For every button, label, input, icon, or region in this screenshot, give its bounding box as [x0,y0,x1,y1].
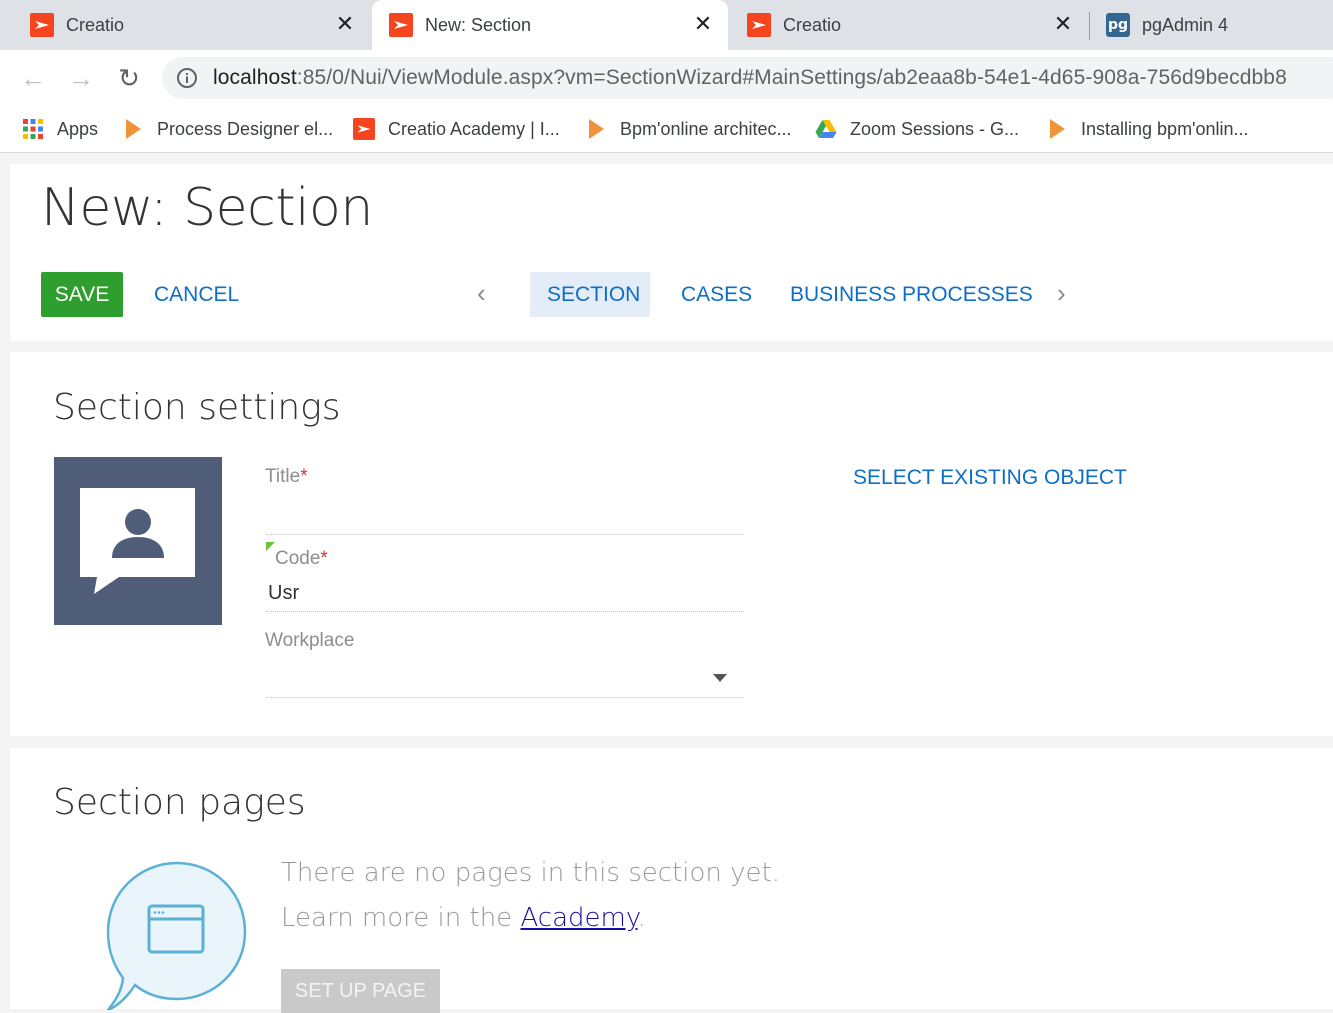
play-icon [589,119,604,139]
section-chat-user-icon [80,488,195,594]
set-up-page-button[interactable]: SET UP PAGE [281,969,440,1013]
apps-grid-icon [23,119,43,139]
workplace-field-label: Workplace [265,630,355,651]
browser-toolbar: ← → ↻ localhost:85/0/Nui/ViewModule.aspx… [0,50,1333,106]
browser-tab-pgadmin[interactable]: pg pgAdmin 4 [1090,0,1333,50]
browser-tab-new-section[interactable]: New: Section ✕ [372,0,728,50]
save-button[interactable]: SAVE [41,272,123,317]
url-host: localhost [213,66,297,89]
info-icon[interactable] [176,67,198,89]
creatio-icon [30,13,54,37]
bookmark-process-designer[interactable]: Process Designer el... [122,116,333,142]
back-arrow-icon[interactable]: ← [17,62,49,94]
workplace-field-underline [266,697,744,698]
url-text[interactable]: localhost:85/0/Nui/ViewModule.aspx?vm=Se… [213,66,1287,90]
section-settings-title: Section settings [53,387,341,428]
chevron-left-icon[interactable]: ‹ [477,280,486,306]
play-icon [126,119,141,139]
bookmark-label: Zoom Sessions - G... [850,118,1020,139]
tab-title: New: Section [425,14,532,35]
browser-tab-creatio-1[interactable]: Creatio ✕ [0,0,370,50]
tab-title: pgAdmin 4 [1142,14,1229,35]
url-path: :85/0/Nui/ViewModule.aspx?vm=SectionWiza… [296,66,1287,89]
creatio-icon [353,118,375,140]
cancel-button[interactable]: CANCEL [154,272,239,317]
title-field-label: Title* [265,466,308,487]
address-bar[interactable]: localhost:85/0/Nui/ViewModule.aspx?vm=Se… [162,57,1333,99]
code-field-underline [266,611,744,612]
play-icon [1050,119,1065,139]
section-settings-card: Section settings Title* Code* Workplace … [10,352,1333,736]
bookmarks-bar: Apps Process Designer el... Creatio Acad… [0,106,1333,153]
wizard-header: New: Section SAVE CANCEL ‹ SECTION CASES… [10,164,1333,341]
tab-title: Creatio [783,14,842,35]
academy-hint: Learn more in the Academy. [281,903,646,933]
tab-title: Creatio [66,14,125,35]
bookmark-label: Apps [57,118,99,139]
bookmark-label: Installing bpm'onlin... [1081,118,1249,139]
code-field-label: Code* [275,548,328,569]
title-field-underline [266,534,744,535]
pgadmin-icon: pg [1106,13,1130,37]
creatio-icon [747,13,771,37]
browser-tab-strip: Creatio ✕ New: Section ✕ Creatio ✕ pg pg… [0,0,1333,50]
bookmark-zoom-sessions[interactable]: Zoom Sessions - G... [815,116,1019,142]
code-field[interactable] [266,578,746,608]
close-icon[interactable]: ✕ [334,13,356,35]
tab-cases[interactable]: CASES [664,272,769,317]
creatio-icon [389,13,413,37]
close-icon[interactable]: ✕ [1052,13,1074,35]
select-existing-object-button[interactable]: SELECT EXISTING OBJECT [853,466,1127,490]
close-icon[interactable]: ✕ [692,13,714,35]
section-pages-title: Section pages [53,782,306,823]
academy-link[interactable]: Academy [520,903,637,933]
reload-icon[interactable]: ↻ [113,62,145,94]
google-drive-icon [815,120,837,138]
empty-pages-message: There are no pages in this section yet. [281,858,780,888]
page-title: New: Section [41,178,373,238]
section-icon-picker[interactable] [54,457,222,625]
forward-arrow-icon[interactable]: → [65,62,97,94]
tab-business-processes[interactable]: BUSINESS PROCESSES [773,272,1050,317]
workplace-select[interactable] [266,664,746,694]
bookmark-bpmonline-architecture[interactable]: Bpm'online architec... [585,116,792,142]
dropdown-arrow-icon[interactable] [713,674,727,682]
bookmark-creatio-academy[interactable]: Creatio Academy | I... [353,116,560,142]
bookmark-installing-bpmonline[interactable]: Installing bpm'onlin... [1046,116,1249,142]
browser-tab-creatio-2[interactable]: Creatio ✕ [730,0,1088,50]
bookmark-apps[interactable]: Apps [22,116,98,142]
bookmark-label: Creatio Academy | I... [388,118,560,139]
modified-marker [266,542,275,551]
bookmark-label: Bpm'online architec... [620,118,792,139]
chevron-right-icon[interactable]: › [1057,280,1066,306]
tab-section[interactable]: SECTION [530,272,650,317]
page-chat-bubble-icon [106,861,247,1010]
title-field[interactable] [266,502,746,532]
bookmark-label: Process Designer el... [157,118,334,139]
section-pages-card: Section pages There are no pages in this… [10,748,1333,1013]
